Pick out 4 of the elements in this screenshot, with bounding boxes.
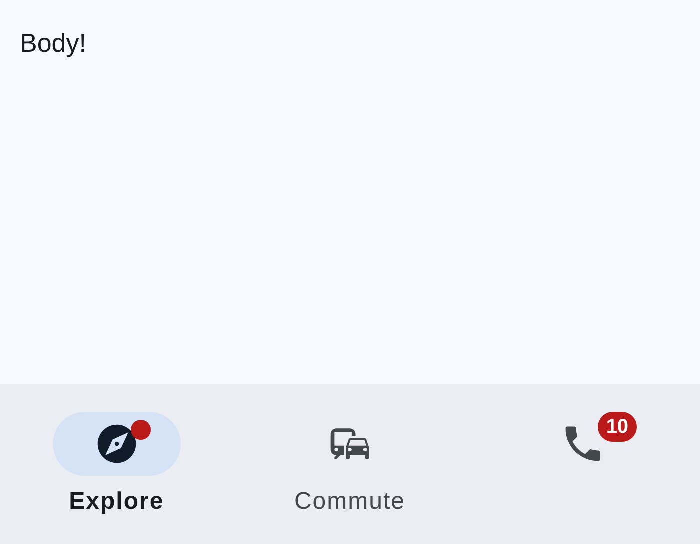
nav-label: Commute — [294, 487, 406, 517]
nav-label: Explore — [69, 487, 164, 517]
body-text: Body! — [20, 28, 86, 58]
notification-count: 10 — [598, 412, 637, 442]
